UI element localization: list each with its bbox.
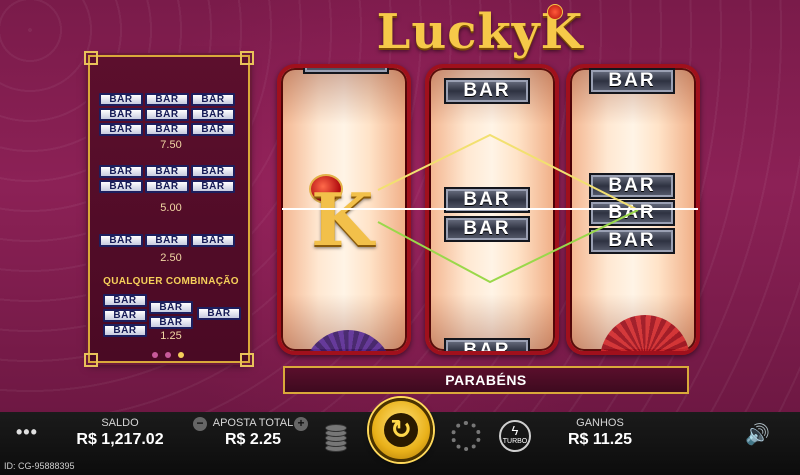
game-scene: LuckyK BAR BAR BAR BAR BAR BAR BAR BAR BAR 7.5…	[0, 0, 800, 412]
reel-bar-symbol: BAR	[589, 228, 675, 254]
bar-symbol: BAR	[99, 180, 143, 193]
winnings-value: R$ 11.25	[567, 431, 633, 448]
lantern-icon	[547, 4, 563, 20]
game-logo: LuckyK	[355, 4, 605, 60]
reel-bar-symbol: BAR	[444, 338, 530, 351]
page-dot-active[interactable]	[178, 352, 184, 358]
paytable-panel: BAR BAR BAR BAR BAR BAR BAR BAR BAR 7.50 BAR BA…	[84, 51, 254, 367]
paytable-row-triple-bar: BAR BAR BAR BAR BAR BAR BAR BAR BAR	[98, 89, 244, 136]
paytable-value-triple: 7.50	[160, 139, 182, 151]
balance-value: R$ 1,217.02	[76, 431, 164, 448]
control-bar: ••• ID: CG-95888395 SALDO R$ 1,217.02 − …	[0, 398, 800, 475]
bar-symbol: BAR	[145, 234, 189, 247]
game-id: ID: CG-95888395	[4, 461, 75, 471]
corner-ornament	[84, 353, 98, 367]
bar-symbol: BAR	[145, 123, 189, 136]
paytable-row-single-bar: BAR BAR BAR	[98, 230, 244, 247]
bar-symbol: BAR	[191, 234, 235, 247]
spin-icon: ↻	[384, 413, 418, 447]
page-dot[interactable]	[152, 352, 158, 358]
page-dot[interactable]	[165, 352, 171, 358]
reel-3: BAR BAR BAR BAR	[566, 64, 700, 355]
paytable-value-any: 1.25	[160, 330, 182, 342]
corner-ornament	[240, 353, 254, 367]
k-letter: K	[311, 177, 374, 262]
reel-bar-symbol: BAR	[589, 200, 675, 226]
reel-bar-symbol: BAR	[589, 68, 675, 94]
turbo-label: TURBO	[502, 438, 528, 445]
winnings-label: GANHOS	[576, 417, 624, 429]
menu-dots-icon[interactable]: •••	[16, 422, 38, 443]
lucky-k-symbol: K	[305, 172, 391, 262]
fan-icon	[600, 315, 690, 351]
corner-ornament	[84, 51, 98, 65]
lightning-icon: ϟ	[511, 423, 519, 438]
corner-ornament	[240, 51, 254, 65]
reel-bar-symbol: BAR	[303, 68, 389, 74]
spin-button[interactable]: ↻	[369, 398, 433, 462]
balance-label: SALDO	[101, 417, 139, 429]
win-banner: PARABÉNS	[283, 366, 689, 394]
autoplay-button[interactable]	[451, 421, 481, 451]
reel-bar-symbol: BAR	[444, 187, 530, 213]
bar-symbol: BAR	[191, 180, 235, 193]
bar-symbol: BAR	[145, 180, 189, 193]
paytable-value-single: 2.50	[160, 252, 182, 264]
paytable-row-double-bar: BAR BAR BAR BAR BAR BAR	[98, 161, 244, 193]
bar-symbol: BAR	[99, 234, 143, 247]
reel-bar-symbol: BAR	[444, 78, 530, 104]
speaker-icon[interactable]: 🔊	[745, 422, 770, 447]
paytable-any-combination-title: QUALQUER COMBINAÇÃO	[103, 276, 239, 287]
fan-icon	[303, 330, 393, 351]
total-bet-value: R$ 2.25	[224, 431, 282, 448]
reel-2: BAR BAR BAR BAR	[425, 64, 559, 355]
reel-bar-symbol: BAR	[589, 173, 675, 199]
total-bet-label: APOSTA TOTAL	[212, 417, 294, 429]
bar-symbol: BAR	[191, 123, 235, 136]
bar-symbol: BAR	[197, 307, 241, 320]
bar-symbol: BAR	[149, 316, 193, 329]
paytable-page-dots[interactable]	[152, 345, 191, 363]
coin-stack-icon[interactable]	[325, 422, 347, 454]
bet-increase-button[interactable]: +	[294, 417, 308, 431]
reel-1: BAR K	[277, 64, 411, 355]
turbo-button[interactable]: ϟ TURBO	[499, 420, 531, 452]
paytable-value-double: 5.00	[160, 202, 182, 214]
reel-bar-symbol: BAR	[444, 216, 530, 242]
bar-symbol: BAR	[99, 123, 143, 136]
